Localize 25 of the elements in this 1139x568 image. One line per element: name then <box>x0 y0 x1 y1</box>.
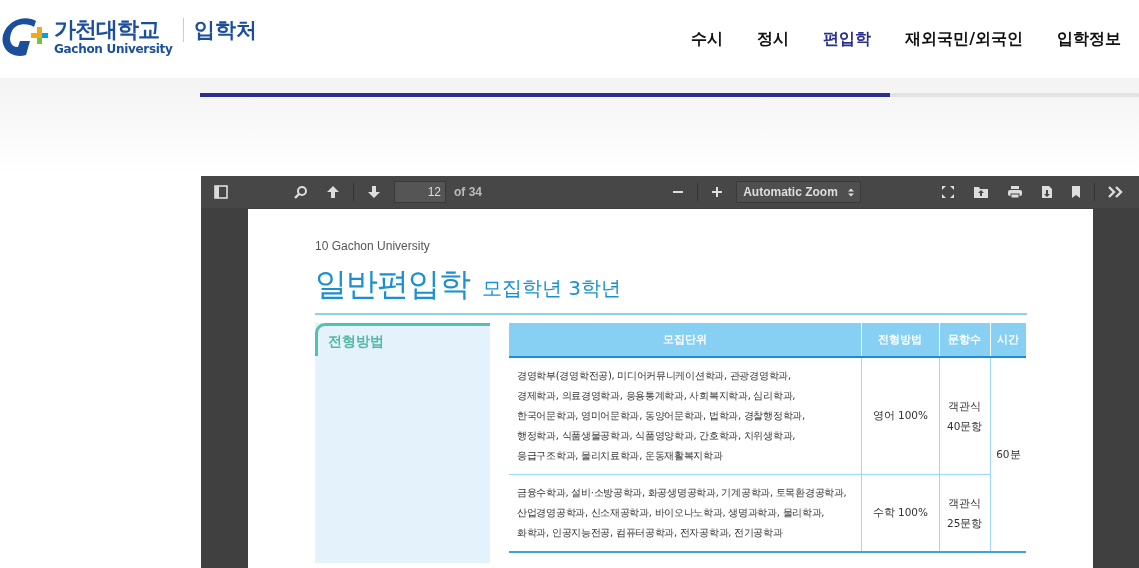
logo-subtitle: Gachon University <box>54 42 173 56</box>
nav-link[interactable]: 입학정보 <box>1057 28 1121 50</box>
column-header: 시간 <box>990 323 1026 357</box>
running-head: 10 Gachon University <box>315 239 431 253</box>
table-cell: 금융수학과, 설비·소방공학과, 화공생명공학과, 기계공학과, 토목환경공학과, 산업경영공학과, 신소재공학과, 바이오나노학과, 생명과학과, 물리학과, 화학과, 인공지능전공, 컴퓨터공학과, 전자공학과, 전기공학과 <box>509 474 862 552</box>
logo-title: 가천대학교 <box>54 18 159 42</box>
table-cell: 객관식 40문항 <box>939 357 991 475</box>
page-number-field[interactable]: 12 <box>394 181 446 203</box>
table-cell: 영어 100% <box>861 357 940 475</box>
document-title: 일반편입학 <box>315 264 470 305</box>
column-header: 전형방법 <box>861 323 940 357</box>
document-subtitle: 모집학년 3학년 <box>482 275 622 302</box>
zoom-select[interactable]: Automatic Zoom <box>736 181 861 203</box>
logo-icon <box>0 15 50 59</box>
table-cell: 수학 100% <box>861 474 940 552</box>
page-count: of 34 <box>454 185 482 199</box>
column-header: 문항수 <box>939 323 991 357</box>
section-title: 입학처 <box>182 18 257 42</box>
nav-link[interactable]: 수시 <box>691 28 724 50</box>
table-cell: 경영학부(경영학전공), 미디어커뮤니케이션학과, 관광경영학과, 경제학과, 의료경영학과, 응용통계학과, 사회복지학과, 심리학과, 한국어문학과, 영미어문학과, 동양어문학과, 법학과, 경찰행정학과, 행정학과, 식품생물공학과, 식품영양학과, 간호학과, 치위생학과, 응급구조학과, 물리치료학과, 운동재활복지학과 <box>509 357 862 475</box>
caret-icon <box>847 187 854 197</box>
nav-link[interactable]: 재외국민/외국인 <box>905 28 1023 50</box>
column-header: 모집단위 <box>509 323 862 357</box>
nav-link[interactable]: 정시 <box>757 28 790 50</box>
nav-link[interactable]: 편입학 <box>823 28 872 50</box>
